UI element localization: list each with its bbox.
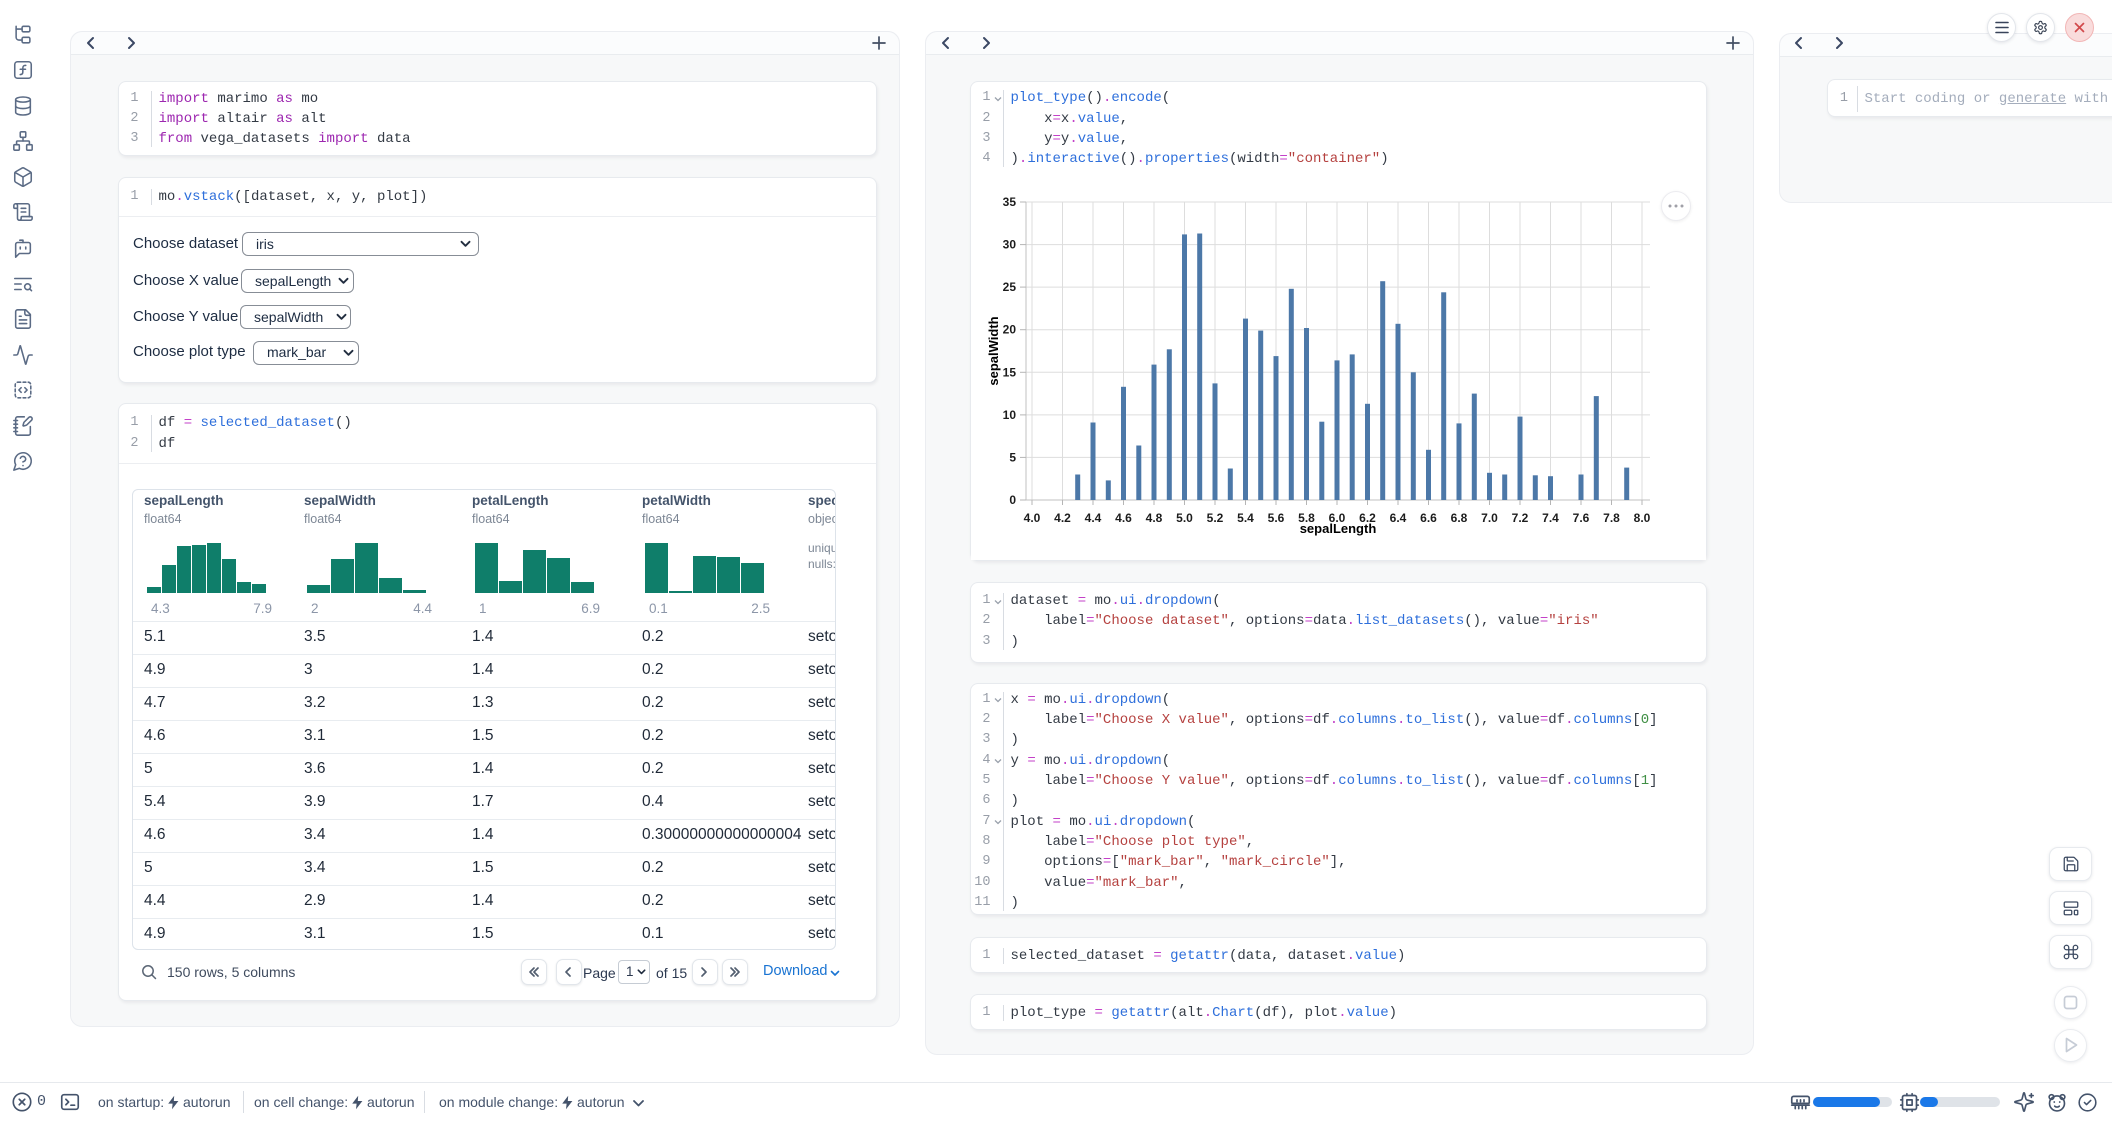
svg-text:30: 30	[1003, 238, 1017, 252]
svg-text:5.6: 5.6	[1268, 511, 1285, 525]
svg-text:4.8: 4.8	[1146, 511, 1163, 525]
svg-text:35: 35	[1003, 195, 1017, 209]
svg-text:10: 10	[1003, 408, 1017, 422]
svg-text:20: 20	[1003, 323, 1017, 337]
svg-text:6.8: 6.8	[1451, 511, 1468, 525]
svg-text:6.6: 6.6	[1420, 511, 1437, 525]
svg-text:0: 0	[1009, 493, 1016, 507]
svg-text:4.4: 4.4	[1085, 511, 1102, 525]
svg-text:7.6: 7.6	[1573, 511, 1590, 525]
svg-text:5.0: 5.0	[1176, 511, 1193, 525]
svg-text:15: 15	[1003, 365, 1017, 379]
svg-text:sepalLength: sepalLength	[1300, 521, 1377, 536]
svg-text:7.8: 7.8	[1603, 511, 1620, 525]
svg-text:7.2: 7.2	[1512, 511, 1529, 525]
svg-text:5.2: 5.2	[1207, 511, 1224, 525]
svg-text:4.6: 4.6	[1115, 511, 1132, 525]
svg-text:4.2: 4.2	[1054, 511, 1071, 525]
svg-text:6.4: 6.4	[1390, 511, 1407, 525]
svg-text:4.0: 4.0	[1024, 511, 1041, 525]
svg-text:7.4: 7.4	[1542, 511, 1559, 525]
svg-text:5: 5	[1009, 450, 1016, 464]
svg-text:25: 25	[1003, 280, 1017, 294]
svg-text:sepalWidth: sepalWidth	[986, 316, 1001, 385]
svg-text:7.0: 7.0	[1481, 511, 1498, 525]
svg-text:8.0: 8.0	[1634, 511, 1651, 525]
svg-text:5.4: 5.4	[1237, 511, 1254, 525]
